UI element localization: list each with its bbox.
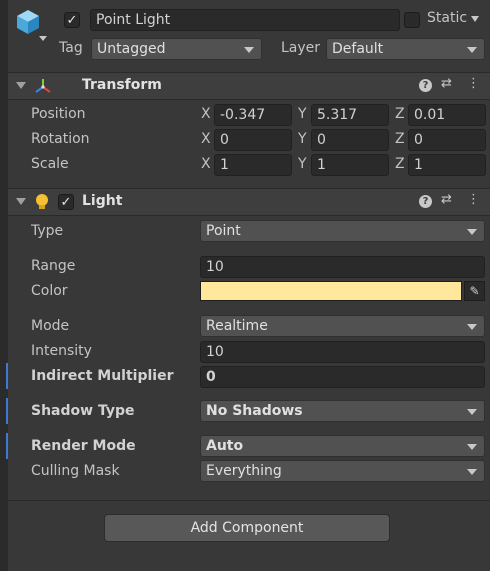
culling-mask-label: Culling Mask — [31, 463, 120, 479]
intensity-field[interactable]: 10 — [200, 341, 485, 363]
presets-icon[interactable]: ⇄ — [441, 76, 452, 91]
rotation-label: Rotation — [31, 131, 90, 147]
shadow-type-value: No Shadows — [206, 403, 303, 419]
indirect-multiplier-label: Indirect Multiplier — [31, 368, 174, 384]
cube-icon — [14, 8, 42, 40]
type-value: Point — [206, 223, 241, 239]
divider — [8, 500, 490, 501]
render-mode-dropdown[interactable]: Auto — [200, 435, 485, 457]
range-label: Range — [31, 258, 76, 274]
chevron-down-icon — [467, 47, 477, 53]
tag-value: Untagged — [97, 41, 166, 57]
position-label: Position — [31, 106, 86, 122]
kebab-menu-icon[interactable]: ⋮ — [467, 192, 480, 207]
static-checkbox[interactable] — [404, 12, 420, 28]
add-component-button[interactable]: Add Component — [104, 514, 390, 542]
axis-y-label[interactable]: Y — [298, 156, 307, 172]
color-swatch[interactable] — [200, 281, 462, 301]
left-gutter — [0, 0, 8, 571]
inspector-panel: ✓ Point Light Static Tag Untagged Layer … — [8, 0, 490, 571]
axis-y-label[interactable]: Y — [298, 131, 307, 147]
gameobject-name-field[interactable]: Point Light — [90, 9, 400, 31]
layer-dropdown[interactable]: Default — [326, 38, 485, 60]
static-label[interactable]: Static — [427, 10, 467, 26]
axis-z-label[interactable]: Z — [395, 131, 405, 147]
axis-x-label[interactable]: X — [201, 131, 211, 147]
lightbulb-icon — [34, 193, 50, 215]
axis-y-label[interactable]: Y — [298, 106, 307, 122]
shadow-type-dropdown[interactable]: No Shadows — [200, 400, 485, 422]
tag-label: Tag — [59, 40, 83, 56]
scale-x-field[interactable]: 1 — [214, 154, 292, 176]
culling-mask-dropdown[interactable]: Everything — [200, 460, 485, 482]
foldout-arrow-icon[interactable] — [16, 82, 26, 89]
chevron-down-icon — [467, 409, 477, 415]
position-z-field[interactable]: 0.01 — [408, 104, 486, 126]
help-icon[interactable]: ? — [419, 195, 432, 208]
mode-value: Realtime — [206, 318, 268, 334]
position-y-field[interactable]: 5.317 — [311, 104, 389, 126]
transform-header[interactable]: Transform ? ⇄ ⋮ — [8, 72, 490, 100]
tag-dropdown[interactable]: Untagged — [91, 38, 262, 60]
axis-z-label[interactable]: Z — [395, 156, 405, 172]
help-icon[interactable]: ? — [419, 79, 432, 92]
chevron-down-icon — [467, 444, 477, 450]
culling-mask-value: Everything — [206, 463, 282, 479]
rotation-y-field[interactable]: 0 — [311, 129, 389, 151]
transform-axes-icon — [34, 77, 52, 99]
active-checkbox[interactable]: ✓ — [64, 12, 80, 28]
indirect-multiplier-field[interactable]: 0 — [200, 366, 485, 388]
light-enabled-checkbox[interactable]: ✓ — [58, 194, 74, 210]
icon-dropdown-arrow[interactable] — [39, 36, 47, 41]
chevron-down-icon — [467, 229, 477, 235]
layer-label: Layer — [281, 40, 321, 56]
intensity-label: Intensity — [31, 343, 92, 359]
transform-title: Transform — [82, 77, 162, 93]
chevron-down-icon — [467, 324, 477, 330]
mode-dropdown[interactable]: Realtime — [200, 315, 485, 337]
light-title: Light — [82, 193, 123, 209]
chevron-down-icon — [467, 469, 477, 475]
rotation-x-field[interactable]: 0 — [214, 129, 292, 151]
axis-x-label[interactable]: X — [201, 106, 211, 122]
static-dropdown-arrow[interactable] — [471, 16, 479, 22]
rotation-z-field[interactable]: 0 — [408, 129, 486, 151]
chevron-down-icon — [244, 47, 254, 53]
type-dropdown[interactable]: Point — [200, 220, 485, 242]
layer-value: Default — [332, 41, 384, 57]
light-header[interactable]: ✓ Light ? ⇄ ⋮ — [8, 188, 490, 216]
range-field[interactable]: 10 — [200, 256, 485, 278]
foldout-arrow-icon[interactable] — [16, 198, 26, 205]
presets-icon[interactable]: ⇄ — [441, 192, 452, 207]
eyedropper-icon[interactable]: ✎ — [464, 281, 485, 301]
mode-label: Mode — [31, 318, 70, 334]
color-label: Color — [31, 283, 68, 299]
position-x-field[interactable]: -0.347 — [214, 104, 292, 126]
scale-y-field[interactable]: 1 — [311, 154, 389, 176]
kebab-menu-icon[interactable]: ⋮ — [467, 76, 480, 91]
axis-z-label[interactable]: Z — [395, 106, 405, 122]
scale-label: Scale — [31, 156, 69, 172]
type-label: Type — [31, 223, 64, 239]
shadow-type-label: Shadow Type — [31, 403, 135, 419]
render-mode-value: Auto — [206, 438, 244, 454]
render-mode-label: Render Mode — [31, 438, 136, 454]
axis-x-label[interactable]: X — [201, 156, 211, 172]
scale-z-field[interactable]: 1 — [408, 154, 486, 176]
